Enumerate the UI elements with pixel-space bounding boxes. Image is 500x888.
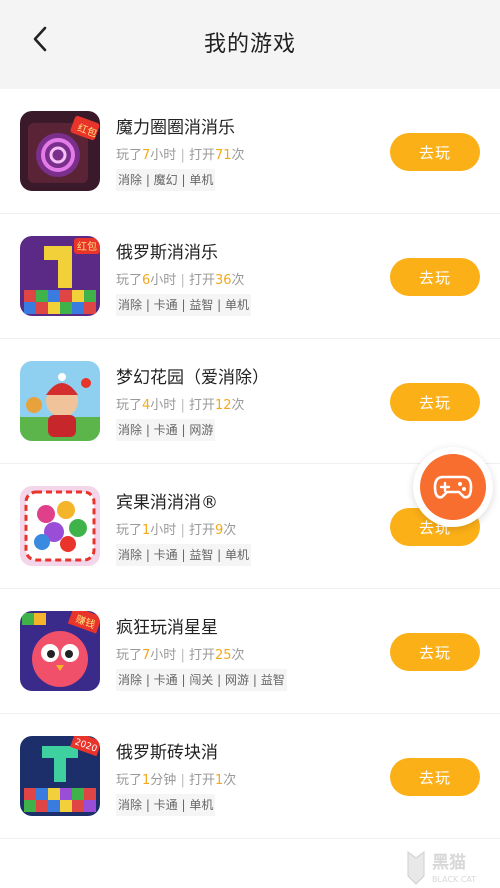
black-cat-watermark: 黑猫 BLACK CAT [402, 846, 500, 888]
play-stats: 玩了7小时 | 打开25次 [116, 648, 245, 663]
gamepad-icon [433, 475, 473, 499]
page-title: 我的游戏 [203, 32, 296, 57]
game-icon[interactable]: 红包 [20, 236, 100, 316]
play-button[interactable]: 去玩 [390, 758, 480, 796]
floating-game-button[interactable] [413, 447, 493, 527]
game-row[interactable]: 梦幻花园（爱消除） 玩了4小时 | 打开12次 消除 | 卡通 | 网游 去玩 [0, 339, 500, 464]
play-stats: 玩了4小时 | 打开12次 [116, 398, 245, 413]
play-button[interactable]: 去玩 [390, 633, 480, 671]
game-row[interactable]: 红包 魔力圈圈消消乐 玩了7小时 | 打开71次 消除 | 魔幻 | 单机 去玩 [0, 89, 500, 214]
play-stats: 玩了1小时 | 打开9次 [116, 523, 237, 538]
game-name: 魔力圈圈消消乐 [116, 118, 235, 138]
game-row[interactable]: 2020 俄罗斯砖块消 玩了1分钟 | 打开1次 消除 | 卡通 | 单机 去玩 [0, 714, 500, 839]
game-name: 宾果消消消® [116, 493, 218, 513]
game-name: 梦幻花园（爱消除） [116, 368, 269, 388]
play-button[interactable]: 去玩 [390, 258, 480, 296]
game-name: 俄罗斯消消乐 [116, 243, 218, 263]
game-tags: 消除 | 卡通 | 网游 [116, 419, 216, 441]
header-bar: 我的游戏 [0, 0, 500, 89]
game-icon[interactable]: 红包 [20, 111, 100, 191]
svg-text:BLACK CAT: BLACK CAT [432, 875, 476, 884]
game-row[interactable]: 赚钱 疯狂玩消星星 玩了7小时 | 打开25次 消除 | 卡通 | 闯关 | 网… [0, 589, 500, 714]
game-tags: 消除 | 魔幻 | 单机 [116, 169, 216, 191]
game-tags: 消除 | 卡通 | 闯关 | 网游 | 益智 [116, 669, 287, 691]
play-button[interactable]: 去玩 [390, 383, 480, 421]
game-tags: 消除 | 卡通 | 单机 [116, 794, 216, 816]
game-icon[interactable]: 2020 [20, 736, 100, 816]
floating-game-button-inner [420, 454, 486, 520]
play-stats: 玩了1分钟 | 打开1次 [116, 773, 237, 788]
game-name: 俄罗斯砖块消 [116, 743, 218, 763]
game-icon[interactable] [20, 486, 100, 566]
play-button[interactable]: 去玩 [390, 133, 480, 171]
game-tags: 消除 | 卡通 | 益智 | 单机 [116, 294, 252, 316]
play-stats: 玩了7小时 | 打开71次 [116, 148, 245, 163]
svg-text:黑猫: 黑猫 [432, 852, 466, 873]
game-icon[interactable] [20, 361, 100, 441]
game-icon[interactable]: 赚钱 [20, 611, 100, 691]
game-tags: 消除 | 卡通 | 益智 | 单机 [116, 544, 252, 566]
game-row[interactable]: 红包 俄罗斯消消乐 玩了6小时 | 打开36次 消除 | 卡通 | 益智 | 单… [0, 214, 500, 339]
play-stats: 玩了6小时 | 打开36次 [116, 273, 245, 288]
svg-text:红包: 红包 [77, 240, 97, 253]
game-name: 疯狂玩消星星 [116, 618, 218, 638]
